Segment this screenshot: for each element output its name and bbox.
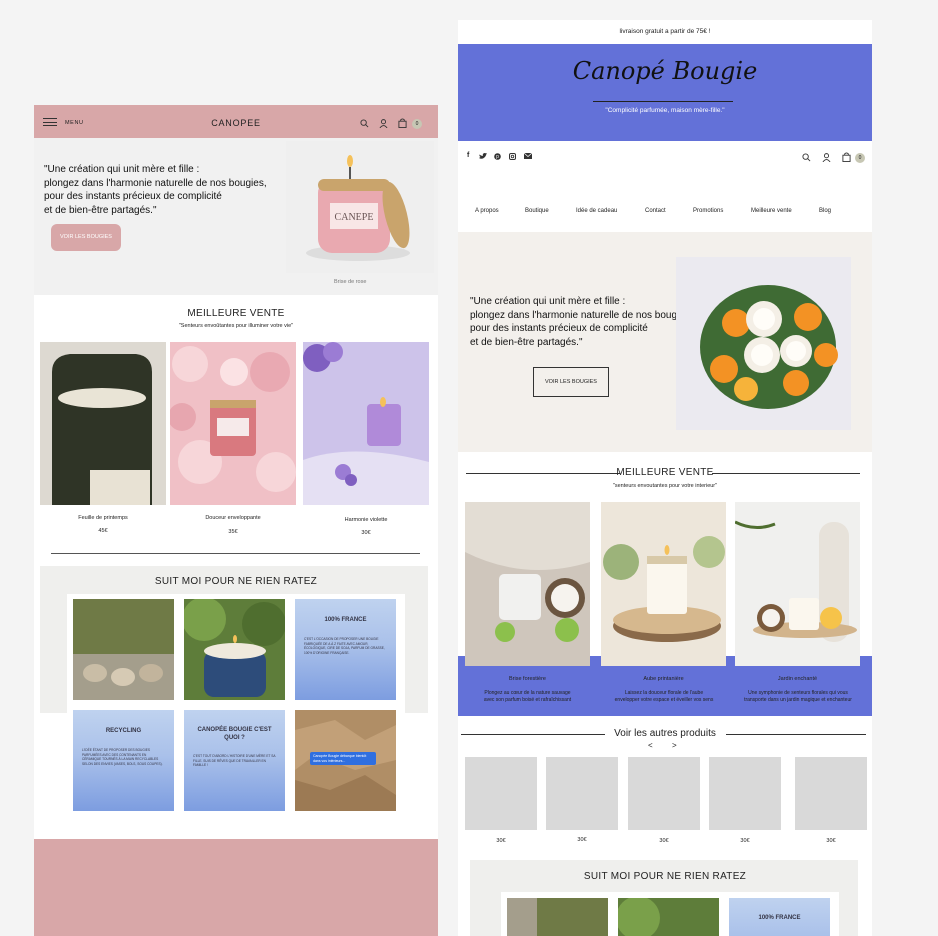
insta-card-body: L'IDÉE ÉTANT DE PROPOSER DES BOUGIES PAR… [82, 748, 163, 766]
pinterest-icon[interactable]: p [494, 153, 501, 160]
divider [51, 553, 420, 554]
product-image-spring-dawn[interactable] [601, 502, 726, 666]
email-icon[interactable] [524, 153, 532, 159]
hero-quote: "Une création qui unit mère et fille : p… [44, 164, 267, 216]
nav-item-blog[interactable]: Blog [819, 208, 831, 214]
product-description: Une symphonie de senteurs florales qui v… [744, 690, 852, 703]
insta-card-body: C'EST TOUT D'ABORD L'HISTOIRE D'UNE MÈRE… [193, 754, 276, 768]
insta-post-blue-candle[interactable] [618, 898, 719, 936]
nav-item-best-sellers[interactable]: Meilleure vente [751, 208, 792, 214]
product-price: 30€ [826, 838, 836, 844]
svg-text:CANEPE: CANEPE [335, 212, 374, 223]
see-candles-button[interactable]: VOIR LES BOUGIES [51, 224, 121, 251]
product-image-soft-wrap[interactable] [170, 342, 296, 505]
product-price: 30€ [361, 530, 371, 536]
right-mockup: livraison gratuit a partir de 75€ ! Cano… [458, 20, 872, 936]
insta-card-body: C'EST L'OCCASION DE PROPOSER UNE BOUGIE … [304, 637, 385, 655]
tagline: "Complicité parfumée, maison mère-fille.… [605, 107, 725, 114]
cart-icon[interactable] [842, 152, 851, 162]
product-name[interactable]: Feuille de printemps [40, 515, 166, 521]
shipping-banner: livraison gratuit a partir de 75€ ! [619, 28, 711, 35]
product-name[interactable]: Jardin enchanté [735, 676, 860, 682]
left-best-subtitle: "Senteurs envoûtantes pour illuminer vot… [178, 323, 294, 329]
carousel-next-button[interactable]: > [672, 741, 677, 750]
insta-card-title: CANOPÉE BOUGIE C'EST QUOI ? [197, 727, 272, 741]
nav-item-about[interactable]: A propos [475, 208, 499, 214]
nav-item-shop[interactable]: Boutique [525, 208, 549, 214]
insta-post-100-france[interactable]: 100% FRANCE [729, 898, 830, 936]
product-placeholder[interactable] [465, 757, 537, 830]
insta-post-what-is[interactable]: CANOPÉE BOUGIE C'EST QUOI ? C'EST TOUT D… [184, 710, 285, 811]
right-hero: "Une création qui unit mère et fille : p… [458, 232, 872, 452]
svg-text:p: p [496, 154, 499, 160]
product-placeholder[interactable] [546, 757, 618, 830]
left-footer [34, 839, 438, 936]
product-price: 35€ [228, 529, 238, 535]
orange-candles-image[interactable] [676, 257, 851, 430]
message-bubble: Canopée Bougie débarque bientôt dans vos… [310, 752, 376, 766]
nav-item-contact[interactable]: Contact [645, 208, 666, 214]
product-name[interactable]: Douceur enveloppante [170, 515, 296, 521]
product-placeholder[interactable] [709, 757, 781, 830]
left-mockup: MENU CANOPEE 0 "Une création qui unit mè… [34, 105, 438, 936]
instagram-icon[interactable] [509, 153, 516, 160]
insta-post-recycling[interactable]: RECYCLING L'IDÉE ÉTANT DE PROPOSER DES B… [73, 710, 174, 811]
insta-card-title: RECYCLING [105, 728, 142, 734]
product-image-spring-leaf[interactable] [40, 342, 166, 505]
brand-logo[interactable]: Canopé Bougie [458, 57, 872, 85]
product-price: 45€ [98, 528, 108, 534]
product-image-enchanted-garden[interactable] [735, 502, 860, 666]
left-best-title: MEILLEURE VENTE [187, 308, 285, 319]
right-header-band: Canopé Bougie "Complicité parfumée, mais… [458, 44, 872, 141]
insta-card-title: 100% FRANCE [758, 915, 801, 921]
right-best-title: MEILLEURE VENTE [616, 467, 714, 478]
product-name[interactable]: Harmonie violette [303, 517, 429, 523]
right-best-subtitle: "senteurs envoutantes pour votre interie… [612, 483, 718, 489]
twitter-icon[interactable] [479, 153, 487, 160]
product-placeholder[interactable] [795, 757, 867, 830]
nav-item-promotions[interactable]: Promotions [693, 208, 723, 214]
other-products-title: Voir les autres produits [614, 728, 716, 739]
right-follow-title: SUIT MOI POUR NE RIEN RATEZ [583, 871, 747, 882]
insta-post-pots[interactable] [507, 898, 608, 936]
insta-post-blue-candle[interactable] [184, 599, 285, 700]
see-candles-button[interactable]: VOIR LES BOUGIES [533, 367, 609, 397]
user-icon[interactable] [822, 153, 831, 162]
logo-underline [593, 101, 733, 102]
insta-post-pots[interactable] [73, 599, 174, 700]
left-brand[interactable]: CANOPEE [184, 118, 288, 128]
menu-label[interactable]: MENU [65, 120, 84, 126]
cart-count-badge: 0 [855, 153, 865, 163]
rose-candle-image[interactable]: CANEPE [286, 141, 434, 273]
product-price: 30€ [496, 838, 506, 844]
hamburger-icon[interactable] [43, 118, 57, 126]
product-price: 30€ [659, 838, 669, 844]
insta-post-paper[interactable]: Canopée Bougie débarque bientôt dans vos… [295, 710, 396, 811]
nav-item-gift-ideas[interactable]: Idée de cadeau [576, 208, 617, 214]
carousel-prev-button[interactable]: < [648, 741, 653, 750]
product-name[interactable]: Aube printanière [601, 676, 726, 682]
cart-count-badge: 0 [412, 119, 422, 129]
user-icon[interactable] [379, 119, 388, 128]
facebook-icon[interactable]: f [467, 152, 469, 159]
left-follow-title: SUIT MOI POUR NE RIEN RATEZ [154, 576, 318, 587]
product-name[interactable]: Brise forestière [465, 676, 590, 682]
product-image-forest-breeze[interactable] [465, 502, 590, 666]
hero-product-caption: Brise de rose [334, 279, 367, 285]
product-image-violet[interactable] [303, 342, 429, 505]
left-hero: "Une création qui unit mère et fille : p… [34, 138, 438, 295]
left-header: MENU CANOPEE 0 [34, 105, 438, 138]
product-description: Laissez la douceur florale de l'aube enve… [614, 690, 714, 703]
search-icon[interactable] [802, 153, 811, 162]
product-description: Plongez au cœur de la nature sauvage avec… [483, 690, 572, 703]
product-price: 30€ [740, 838, 750, 844]
product-placeholder[interactable] [628, 757, 700, 830]
insta-post-100-france[interactable]: 100% FRANCE C'EST L'OCCASION DE PROPOSER… [295, 599, 396, 700]
product-price: 30€ [577, 837, 587, 843]
insta-card-title: 100% FRANCE [324, 617, 367, 623]
search-icon[interactable] [360, 119, 369, 128]
hero-quote: "Une création qui unit mère et fille : p… [470, 296, 693, 348]
cart-icon[interactable] [398, 118, 407, 128]
